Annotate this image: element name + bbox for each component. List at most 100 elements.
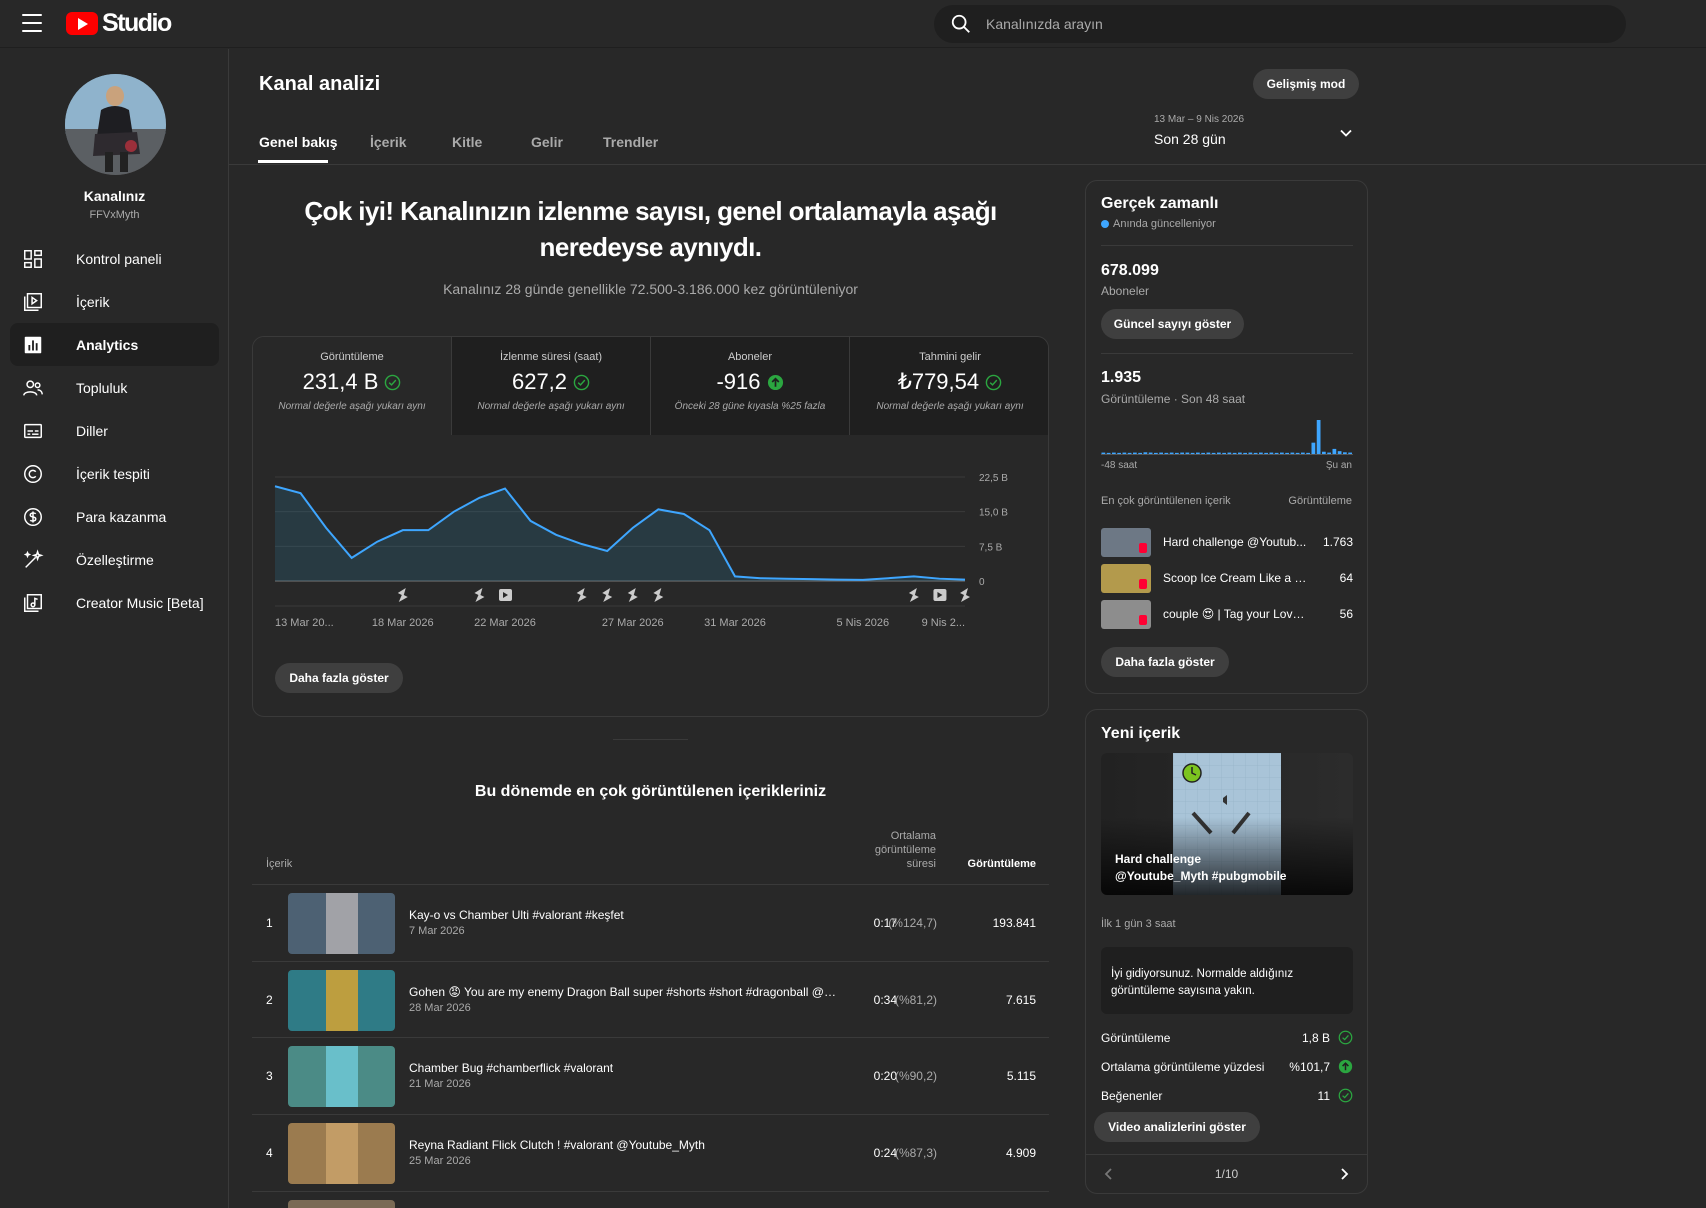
- sidebar-item-label: Özelleştirme: [76, 551, 154, 568]
- channel-handle: FFVxMyth: [89, 209, 140, 221]
- sidebar-item-dashboard[interactable]: Kontrol paneli: [10, 237, 219, 280]
- date-range-text[interactable]: 13 Mar – 9 Nis 2026: [1154, 114, 1244, 125]
- row-rank: 1: [266, 916, 273, 930]
- tab-audience[interactable]: Kitle: [452, 134, 482, 150]
- table-row[interactable]: 4 Reyna Radiant Flick Clutch ! #valorant …: [252, 1114, 1049, 1191]
- sidebar-item-label: Creator Music [Beta]: [76, 594, 204, 611]
- row-views: 7.615: [1005, 993, 1036, 1007]
- table-row[interactable]: 2 Gohen 😡 You are my enemy Dragon Ball su…: [252, 961, 1049, 1038]
- advanced-mode-button[interactable]: Gelişmiş mod: [1253, 69, 1359, 99]
- realtime-top-item[interactable]: Hard challenge @Youtub... 1.763: [1101, 524, 1353, 560]
- realtime-show-more-button[interactable]: Daha fazla göster: [1101, 647, 1229, 677]
- realtime-top-item[interactable]: Scoop Ice Cream Like a Che... 64: [1101, 560, 1353, 596]
- top-content-views-header: Görüntüleme: [1288, 495, 1352, 507]
- video-thumbnail: [288, 893, 395, 954]
- sidebar-item-content[interactable]: İçerik: [10, 280, 219, 323]
- chart-data-point: [350, 556, 354, 560]
- chart-data-point: [810, 577, 814, 581]
- chart-data-point: [580, 542, 584, 546]
- tab-trends[interactable]: Trendler: [603, 134, 658, 150]
- chart-data-point: [656, 507, 660, 511]
- chart-data-point: [426, 528, 430, 532]
- search-bar[interactable]: [934, 5, 1626, 43]
- realtime-bar: [1227, 452, 1232, 454]
- views-chart[interactable]: 22,5 B 15,0 B 7,5 B 0 13 Mar 20... 18 Mar 202…: [253, 435, 1049, 635]
- show-live-count-button[interactable]: Güncel sayıyı göster: [1101, 309, 1244, 339]
- studio-logo[interactable]: Studio: [66, 8, 172, 38]
- realtime-bar: [1269, 452, 1274, 454]
- separator: [1101, 353, 1353, 354]
- chart-data-point: [937, 577, 941, 581]
- overview-card: Görüntüleme 231,4 B Normal değerle aşağı…: [252, 336, 1049, 717]
- metric-label: Görüntüleme: [320, 351, 384, 363]
- copyright-icon: [24, 464, 42, 483]
- realtime-bar: [1217, 452, 1221, 454]
- check-circle-icon: [385, 374, 401, 390]
- metric-watch-time[interactable]: İzlenme süresi (saat) 627,2 Normal değer…: [452, 337, 651, 435]
- realtime-bar: [1159, 452, 1163, 454]
- sidebar-item-content-detection[interactable]: İçerik tespiti: [10, 452, 219, 495]
- table-row[interactable]: 1 Kay-o vs Chamber Ulti #valorant #keşfet…: [252, 884, 1049, 961]
- row-views: 4.909: [1005, 1146, 1036, 1160]
- chart-data-point: [759, 576, 763, 580]
- tab-content[interactable]: İçerik: [370, 134, 407, 150]
- column-header-avg-duration[interactable]: Ortalama görüntüleme süresi: [826, 829, 936, 871]
- realtime-axis-start: -48 saat: [1101, 460, 1138, 471]
- community-icon: [23, 379, 43, 396]
- video-analytics-button[interactable]: Video analizlerini göster: [1094, 1112, 1260, 1142]
- realtime-top-item[interactable]: couple 😍 | Tag your Love ... 56: [1101, 596, 1353, 632]
- sidebar-item-creator-music[interactable]: Creator Music [Beta]: [10, 581, 219, 624]
- chart-data-point: [452, 510, 456, 514]
- metric-subscribers[interactable]: Aboneler -916 Önceki 28 güne kıyasla %25…: [651, 337, 850, 435]
- realtime-bar: [1322, 451, 1326, 454]
- tab-revenue[interactable]: Gelir: [531, 134, 563, 150]
- metric-views[interactable]: Görüntüleme 231,4 B Normal değerle aşağı…: [253, 337, 452, 435]
- search-input[interactable]: [986, 16, 1586, 32]
- video-thumbnail: [288, 1123, 395, 1184]
- realtime-bar: [1112, 452, 1116, 454]
- channel-avatar[interactable]: [65, 74, 166, 175]
- tab-overview[interactable]: Genel bakış: [259, 134, 338, 150]
- sidebar-item-monetization[interactable]: Para kazanma: [10, 495, 219, 538]
- sidebar-item-label: Para kazanma: [76, 508, 167, 525]
- summary-subline: Kanalınız 28 günde genellikle 72.500-3.1…: [443, 281, 858, 297]
- chart-data-point: [273, 484, 277, 488]
- chevron-down-icon[interactable]: [1339, 126, 1353, 140]
- customization-icon: [23, 548, 44, 568]
- check-circle-icon: [573, 374, 590, 390]
- sidebar-item-label: İçerik tespiti: [76, 465, 150, 482]
- realtime-title: Gerçek zamanlı: [1101, 195, 1219, 212]
- realtime-bar-chart[interactable]: [1101, 416, 1353, 456]
- row-avg-duration: 0:34: [873, 993, 897, 1007]
- sidebar-item-languages[interactable]: Diller: [10, 409, 219, 452]
- new-video-thumbnail[interactable]: Hard challenge @Youtube_Myth #pubgmobile: [1101, 753, 1353, 895]
- table-row[interactable]: 3 Chamber Bug #chamberflick #valorant 21 M…: [252, 1037, 1049, 1114]
- date-preset[interactable]: Son 28 gün: [1154, 131, 1226, 147]
- live-dot-icon: [1101, 220, 1109, 228]
- table-row[interactable]: [252, 1191, 1049, 1208]
- sidebar-item-customization[interactable]: Özelleştirme: [10, 538, 219, 581]
- metric-revenue[interactable]: Tahmini gelir ₺779,54 Normal değerle aşa…: [850, 337, 1048, 435]
- chart-data-point: [861, 578, 865, 582]
- top-bar: Studio: [0, 0, 1706, 48]
- new-content-card: Yeni içerik Hard challenge @Youtube_Myth…: [1085, 709, 1368, 1194]
- realtime-bar: [1222, 452, 1226, 454]
- live-label: Anında güncelleniyor: [1113, 218, 1216, 230]
- row-avg-duration: 0:24: [873, 1146, 897, 1160]
- realtime-bar: [1248, 452, 1253, 454]
- chevron-right-icon[interactable]: [1336, 1166, 1352, 1182]
- y-tick-label: 0: [979, 577, 985, 588]
- column-header-line: Ortalama: [890, 830, 936, 842]
- sidebar-item-label: İçerik: [76, 293, 110, 310]
- row-views: 193.841: [992, 916, 1036, 930]
- show-more-button[interactable]: Daha fazla göster: [275, 663, 403, 693]
- realtime-bar: [1138, 452, 1142, 454]
- row-avg-percent: (%90,2): [894, 1069, 937, 1083]
- column-header-views[interactable]: Görüntüleme: [956, 858, 1036, 870]
- realtime-bar: [1169, 452, 1174, 454]
- sidebar-item-community[interactable]: Topluluk: [10, 366, 219, 409]
- realtime-bar: [1175, 452, 1179, 454]
- realtime-item-views: 56: [1339, 607, 1353, 621]
- sidebar-item-analytics[interactable]: Analytics: [10, 323, 219, 366]
- menu-icon[interactable]: [22, 14, 42, 32]
